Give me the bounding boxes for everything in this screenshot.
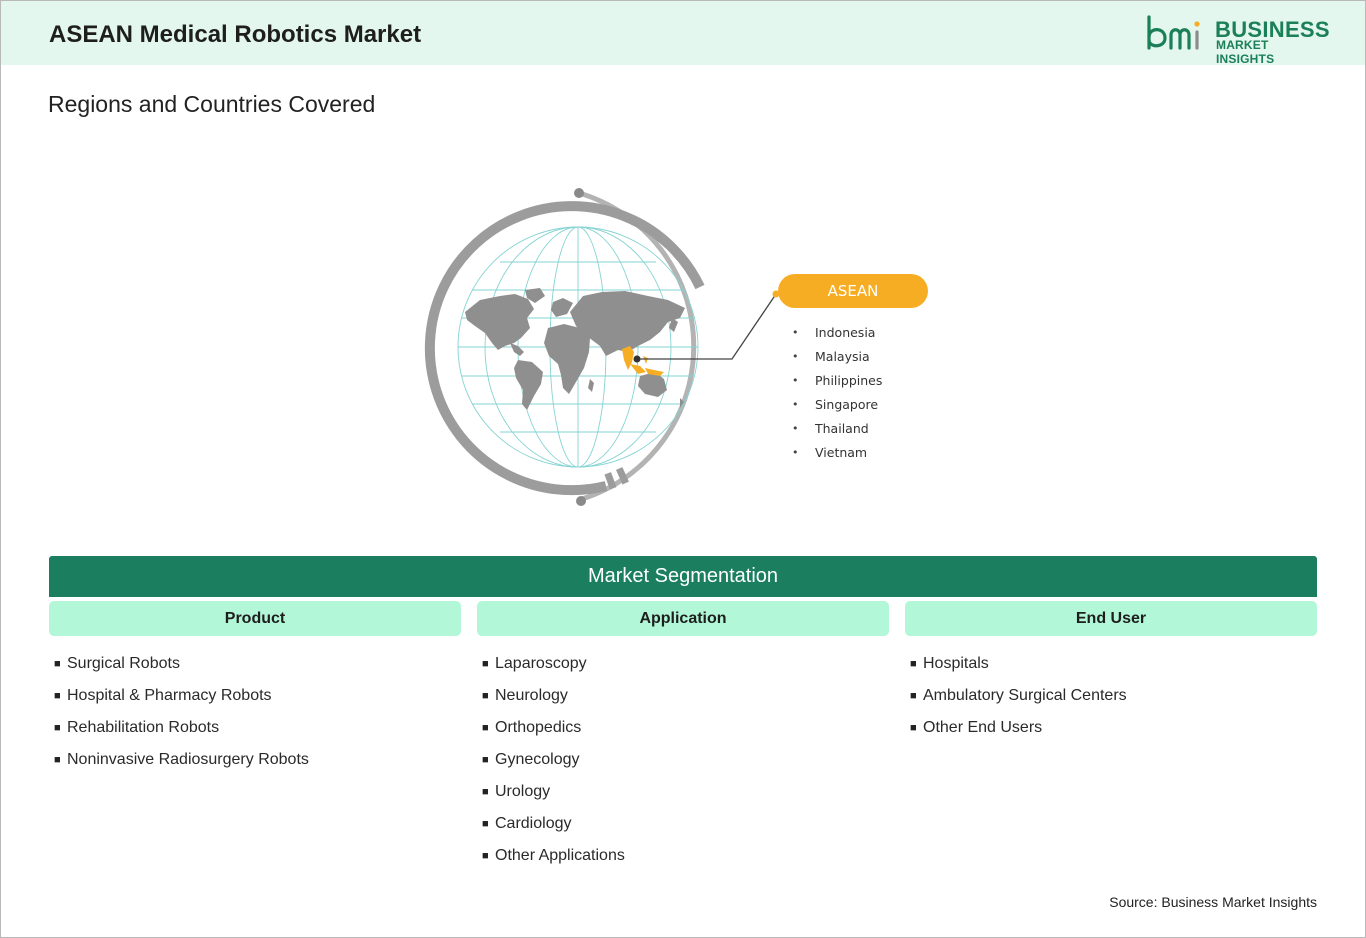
square-bullet-icon: ■ xyxy=(482,754,489,766)
country-name: Singapore xyxy=(815,396,879,412)
bmi-logo-icon xyxy=(1147,15,1200,50)
country-item: • Singapore xyxy=(792,392,882,416)
country-item: • Vietnam xyxy=(792,440,882,464)
list-item: ■ Rehabilitation Robots xyxy=(54,712,309,744)
square-bullet-icon: ■ xyxy=(482,818,489,830)
list-item: ■ Ambulatory Surgical Centers xyxy=(910,680,1127,712)
country-item: • Malaysia xyxy=(792,344,882,368)
country-name: Thailand xyxy=(815,420,869,436)
list-item: ■ Noninvasive Radiosurgery Robots xyxy=(54,744,309,776)
country-item: • Indonesia xyxy=(792,320,882,344)
list-item: ■ Laparoscopy xyxy=(482,648,625,680)
bullet-icon: • xyxy=(792,325,799,339)
list-item-label: Neurology xyxy=(495,687,568,704)
list-item: ■ Neurology xyxy=(482,680,625,712)
bullet-icon: • xyxy=(792,397,799,411)
square-bullet-icon: ■ xyxy=(54,722,61,734)
square-bullet-icon: ■ xyxy=(482,722,489,734)
application-list: ■ Laparoscopy ■ Neurology ■ Orthopedics ■ Gy… xyxy=(482,648,625,872)
list-item: ■ Surgical Robots xyxy=(54,648,309,680)
list-item-label: Ambulatory Surgical Centers xyxy=(923,687,1127,704)
country-item: • Thailand xyxy=(792,416,882,440)
country-name: Indonesia xyxy=(815,324,876,340)
square-bullet-icon: ■ xyxy=(910,690,917,702)
country-name: Vietnam xyxy=(815,444,868,460)
asean-highlight xyxy=(622,346,664,376)
bullet-icon: • xyxy=(792,373,799,387)
product-list: ■ Surgical Robots ■ Hospital & Pharmacy Ro… xyxy=(54,648,309,776)
square-bullet-icon: ■ xyxy=(482,786,489,798)
square-bullet-icon: ■ xyxy=(54,658,61,670)
application-column-header: Application xyxy=(477,601,889,636)
page-title: ASEAN Medical Robotics Market xyxy=(49,21,422,48)
bullet-icon: • xyxy=(792,445,799,459)
product-column-header: Product xyxy=(49,601,461,636)
header-bar: ASEAN Medical Robotics Market BUSINESS M… xyxy=(1,1,1365,66)
bmi-logo[interactable]: BUSINESS MARKET INSIGHTS xyxy=(1145,15,1330,66)
list-item: ■ Hospital & Pharmacy Robots xyxy=(54,680,309,712)
square-bullet-icon: ■ xyxy=(910,658,917,670)
logo-line2: MARKET INSIGHTS xyxy=(1216,38,1275,66)
continents xyxy=(465,288,685,410)
list-item-label: Other End Users xyxy=(923,719,1043,736)
end-user-list: ■ Hospitals ■ Ambulatory Surgical Centers … xyxy=(910,648,1127,744)
list-item-label: Urology xyxy=(495,783,551,800)
country-name: Philippines xyxy=(815,372,883,388)
square-bullet-icon: ■ xyxy=(54,690,61,702)
list-item-label: Other Applications xyxy=(495,847,625,864)
bullet-icon: • xyxy=(792,349,799,363)
list-item-label: Gynecology xyxy=(495,751,580,768)
list-item-label: Rehabilitation Robots xyxy=(67,719,220,736)
square-bullet-icon: ■ xyxy=(482,658,489,670)
list-item: ■ Gynecology xyxy=(482,744,625,776)
list-item: ■ Hospitals xyxy=(910,648,1127,680)
source-note: Source: Business Market Insights xyxy=(1109,894,1317,910)
asean-region-pill: ASEAN xyxy=(778,274,928,308)
country-name: Malaysia xyxy=(815,348,870,364)
list-item: ■ Orthopedics xyxy=(482,712,625,744)
country-item: • Philippines xyxy=(792,368,882,392)
list-item-label: Orthopedics xyxy=(495,719,582,736)
country-list: • Indonesia • Malaysia • Philippines • Singa… xyxy=(792,320,882,464)
list-item-label: Hospital & Pharmacy Robots xyxy=(67,687,272,704)
list-item-label: Cardiology xyxy=(495,815,572,832)
list-item: ■ Urology xyxy=(482,776,625,808)
list-item-label: Hospitals xyxy=(923,655,989,672)
list-item: ■ Cardiology xyxy=(482,808,625,840)
square-bullet-icon: ■ xyxy=(54,754,61,766)
section-subtitle: Regions and Countries Covered xyxy=(48,91,376,117)
square-bullet-icon: ■ xyxy=(482,850,489,862)
list-item-label: Laparoscopy xyxy=(495,655,587,672)
bullet-icon: • xyxy=(792,421,799,435)
list-item: ■ Other End Users xyxy=(910,712,1127,744)
list-item-label: Noninvasive Radiosurgery Robots xyxy=(67,751,309,768)
end-user-column-header: End User xyxy=(905,601,1317,636)
square-bullet-icon: ■ xyxy=(482,690,489,702)
list-item: ■ Other Applications xyxy=(482,840,625,872)
list-item-label: Surgical Robots xyxy=(67,655,180,672)
market-segmentation-bar: Market Segmentation xyxy=(49,556,1317,597)
square-bullet-icon: ■ xyxy=(910,722,917,734)
